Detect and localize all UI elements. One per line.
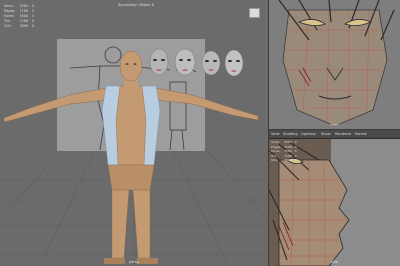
left-foot [104, 258, 125, 264]
symmetry-caption: Symmetry: Object X [118, 3, 155, 7]
profile-sketch [278, 159, 350, 266]
hud-value: 7168 [19, 9, 29, 13]
hud-label: Tris: [4, 19, 11, 23]
front-camera-label: front [330, 123, 339, 127]
torso [115, 85, 147, 166]
side-camera-label: side [330, 260, 339, 264]
hud-label: Verts: [4, 4, 14, 8]
character-head[interactable] [119, 50, 143, 82]
hud-value: 3896 [284, 158, 292, 163]
perspective-viewport[interactable]: Verts: 3584 0 Edges: 7168 0 Faces: 3584 0 Tris… [0, 0, 268, 266]
hud-value: 0 [294, 158, 297, 163]
menu-lighting[interactable]: Lighting [301, 132, 316, 136]
right-foot [137, 258, 158, 264]
side-viewport[interactable]: View Shading Lighting Show Renderer Pane… [269, 130, 400, 266]
view-cube-icon[interactable] [249, 8, 260, 18]
head-model-4[interactable] [224, 49, 244, 77]
menu-renderer[interactable]: Renderer [335, 132, 351, 136]
side-poly-count-hud: Verts: 3584 0 Edges: 7168 0 Faces: 3584 0 Tris… [271, 140, 297, 163]
menu-panels[interactable]: Panels [355, 132, 367, 136]
hud-value: 0 [32, 9, 35, 13]
head-model-1[interactable] [149, 48, 169, 76]
face-sketch [282, 9, 388, 127]
head-model-3[interactable] [201, 50, 221, 76]
head-model-2[interactable] [174, 48, 196, 76]
right-leg[interactable] [132, 189, 151, 259]
hud-label: UVs: [4, 24, 12, 28]
camera-label: persp [128, 260, 140, 264]
hud-value: 0 [32, 19, 35, 23]
pelvis [107, 164, 155, 191]
front-viewport[interactable]: front [269, 0, 400, 129]
hud-value: 3584 [19, 14, 29, 18]
menu-show[interactable]: Show [321, 132, 331, 136]
hud-label: UVs: [271, 158, 278, 163]
hud-label: Faces: [4, 14, 15, 18]
perspective-scene [0, 39, 268, 266]
menu-shading[interactable]: Shading [283, 132, 298, 136]
left-leg[interactable] [111, 189, 130, 259]
front-face-scene [269, 0, 400, 129]
hud-value: 0 [32, 24, 35, 28]
hud-label: Edges: [4, 9, 16, 13]
hud-value: 0 [32, 14, 35, 18]
hud-value: 3896 [19, 24, 29, 28]
poly-count-hud: Verts: 3584 0 Edges: 7168 0 Faces: 3584 0 Tris… [4, 4, 34, 28]
hud-value: 7168 [19, 19, 29, 23]
hud-value: 0 [32, 4, 35, 8]
character-model[interactable] [3, 50, 259, 264]
menu-view[interactable]: View [271, 132, 280, 136]
hud-value: 3584 [19, 4, 29, 8]
panel-menu-bar: View Shading Lighting Show Renderer Pane… [269, 130, 400, 139]
